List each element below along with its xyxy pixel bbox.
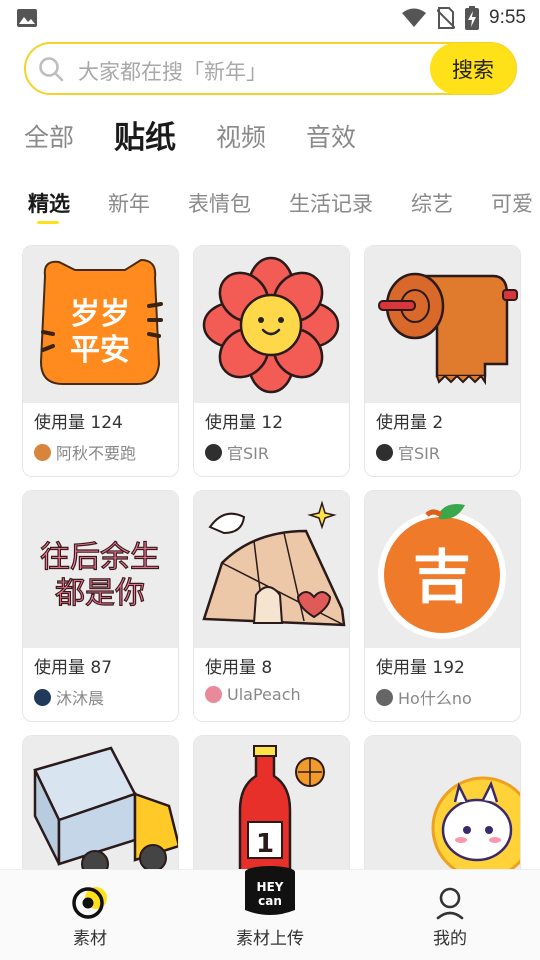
author-name: 沐沐晨	[56, 689, 105, 708]
usage-count: 使用量 12	[205, 413, 284, 433]
usage-count: 使用量 8	[205, 658, 273, 678]
avatar	[34, 443, 51, 461]
avatar	[376, 688, 393, 706]
sticker-card[interactable]: 吉 使用量 192 Ho什么no	[364, 490, 521, 722]
author-name: 官SIR	[398, 444, 440, 463]
avatar	[205, 443, 222, 461]
heycan-logo-text-bottom: can	[258, 894, 282, 908]
sticker-card[interactable]: 使用量 2 官SIR	[364, 245, 521, 477]
author-name: Ho什么no	[398, 689, 472, 708]
nav-material[interactable]: 素材	[35, 870, 145, 960]
sticker-thumbnail[interactable]	[194, 491, 349, 648]
tab-all[interactable]: 全部	[24, 118, 74, 158]
search-bar[interactable]: 大家都在搜「新年」 搜索	[24, 42, 517, 95]
orange-sticker-text: 吉	[413, 543, 471, 611]
tab-sound-effects[interactable]: 音效	[306, 118, 356, 158]
sticker-card[interactable]: 使用量 8 UlaPeach	[193, 490, 350, 722]
search-input[interactable]: 大家都在搜「新年」	[78, 56, 267, 86]
no-sim-icon	[437, 7, 456, 29]
tiger-sticker-text-top: 岁岁	[70, 297, 130, 332]
material-icon	[72, 887, 107, 919]
tab-videos[interactable]: 视频	[216, 118, 266, 158]
orange-sticker-icon: 吉	[378, 504, 506, 639]
subtab-emoji[interactable]: 表情包	[188, 188, 251, 220]
tent-sticker-icon	[202, 500, 346, 627]
sticker-thumbnail[interactable]: 岁岁 平安	[23, 246, 178, 403]
usage-count: 使用量 192	[376, 658, 465, 678]
tab-stickers[interactable]: 贴纸	[114, 118, 176, 158]
author-name: UlaPeach	[227, 685, 301, 704]
nav-profile-label: 我的	[433, 929, 467, 949]
sticker-thumbnail[interactable]	[194, 246, 349, 403]
wifi-icon	[402, 8, 427, 27]
usage-count: 使用量 87	[34, 658, 113, 678]
subtab-cute[interactable]: 可爱	[491, 188, 533, 220]
nav-profile[interactable]: 我的	[395, 870, 505, 960]
subtab-featured[interactable]: 精选	[28, 188, 70, 224]
toilet-roll-sticker-icon	[378, 272, 518, 386]
avatar	[34, 688, 51, 706]
nav-upload[interactable]: HEY can 素材上传	[215, 866, 325, 960]
heycan-logo-text-top: HEY	[257, 880, 284, 894]
status-bar: 9:55	[0, 0, 540, 36]
category-tabs: 全部 贴纸 视频 音效	[24, 118, 396, 158]
svg-text:1: 1	[256, 829, 274, 859]
usage-count: 使用量 124	[34, 413, 123, 433]
subtab-variety[interactable]: 综艺	[411, 188, 453, 220]
subtab-new-year[interactable]: 新年	[108, 188, 150, 220]
flower-sticker-icon	[202, 256, 340, 394]
author-name: 阿秋不要跑	[56, 444, 137, 463]
bottom-nav: 素材 HEY can 素材上传 我的	[0, 866, 540, 960]
sub-tabs: 精选 新年 表情包 生活记录 综艺 可爱	[28, 188, 540, 224]
avatar	[205, 686, 222, 703]
sticker-thumbnail[interactable]: 吉	[365, 491, 520, 648]
clock: 9:55	[489, 7, 526, 28]
nav-material-label: 素材	[73, 929, 107, 949]
sticker-card[interactable]: 岁岁 平安 使用量 124 阿秋不要跑	[22, 245, 179, 477]
nav-upload-label: 素材上传	[236, 929, 304, 949]
tiger-sticker-icon: 岁岁 平安	[39, 258, 163, 385]
profile-icon	[436, 887, 464, 920]
text-sticker-line1: 往后余生	[40, 540, 160, 575]
text-sticker-icon: 往后余生 都是你	[39, 539, 160, 611]
avatar	[376, 443, 393, 461]
battery-charging-icon	[465, 6, 480, 30]
search-button[interactable]: 搜索	[430, 43, 516, 94]
sticker-thumbnail[interactable]: 往后余生 都是你	[23, 491, 178, 648]
subtab-life-record[interactable]: 生活记录	[289, 188, 373, 220]
text-sticker-line2: 都是你	[55, 576, 145, 611]
sticker-card[interactable]: 使用量 12 官SIR	[193, 245, 350, 477]
image-notification-icon	[17, 9, 37, 27]
search-icon	[39, 57, 64, 82]
tiger-sticker-text-bottom: 平安	[70, 333, 130, 368]
heycan-upload-icon: HEY can	[245, 866, 295, 915]
author-name: 官SIR	[227, 444, 269, 463]
sticker-card[interactable]: 往后余生 都是你 使用量 87 沐沐晨	[22, 490, 179, 722]
sticker-thumbnail[interactable]	[365, 246, 520, 403]
usage-count: 使用量 2	[376, 413, 444, 433]
